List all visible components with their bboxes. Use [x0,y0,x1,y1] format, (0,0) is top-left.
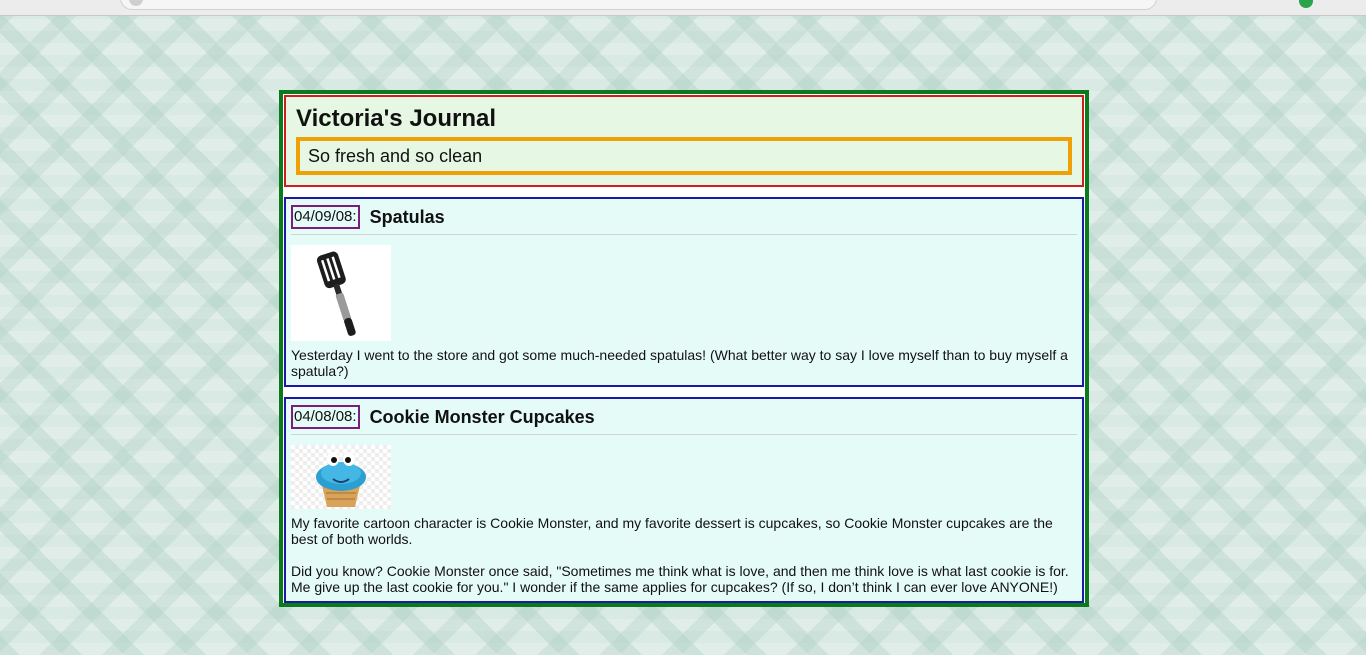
entry-date: 04/08/08: [291,405,360,429]
tagline: So fresh and so clean [296,137,1072,175]
entry-header: 04/08/08: Cookie Monster Cupcakes [291,405,1077,435]
entry-paragraph: My favorite cartoon character is Cookie … [291,515,1053,547]
journal-entry: 04/08/08: Cookie Monster Cupcakes My fav… [284,397,1084,603]
journal-header: Victoria's Journal So fresh and so clean [284,95,1084,187]
entry-header: 04/09/08: Spatulas [291,205,1077,235]
browser-chrome [0,0,1366,16]
address-bar[interactable] [120,0,1157,10]
site-info-icon[interactable] [129,0,143,6]
journal-container: Victoria's Journal So fresh and so clean… [279,90,1089,607]
entry-paragraph: Yesterday I went to the store and got so… [291,347,1068,379]
journal-entry: 04/09/08: Spatulas Yesterday I went to t… [284,197,1084,387]
page-title: Victoria's Journal [296,105,497,132]
entry-body: My favorite cartoon character is Cookie … [291,515,1077,595]
entry-date: 04/09/08: [291,205,360,229]
entry-body: Yesterday I went to the store and got so… [291,347,1077,379]
entry-title: Cookie Monster Cupcakes [369,406,595,427]
entry-paragraph: Did you know? Cookie Monster once said, … [291,563,1069,595]
entry-title: Spatulas [369,206,445,227]
cookie-monster-cupcake-image [291,445,391,509]
spatula-image [291,245,391,341]
extension-icon[interactable] [1299,0,1313,8]
